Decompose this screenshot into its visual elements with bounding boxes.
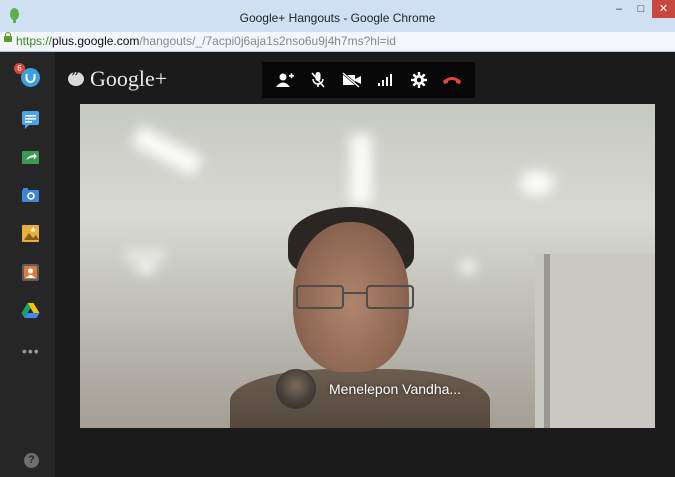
- url-host: plus.google.com: [52, 34, 140, 48]
- ceiling-light: [130, 124, 204, 178]
- cameo-app-icon[interactable]: [21, 263, 40, 282]
- google-plus-logo: Google+: [68, 66, 167, 92]
- mute-mic-icon[interactable]: [305, 67, 331, 93]
- settings-icon[interactable]: [406, 67, 432, 93]
- glasses-left-lens: [296, 285, 344, 309]
- caller-overlay: Menelepon Vandha...: [276, 369, 461, 409]
- glasses-right-lens: [366, 285, 414, 309]
- chat-app-icon[interactable]: [21, 110, 40, 129]
- ceiling-light: [460, 260, 476, 274]
- screenshare-app-icon[interactable]: [21, 148, 40, 167]
- wall-panel: [535, 254, 655, 428]
- effects-app-icon[interactable]: [21, 224, 40, 243]
- ceiling-light: [125, 249, 165, 263]
- caller-name: Menelepon Vandha...: [329, 381, 462, 397]
- close-button[interactable]: ✕: [652, 0, 675, 18]
- invite-people-icon[interactable]: [272, 67, 298, 93]
- ceiling-light: [520, 170, 554, 196]
- address-bar[interactable]: https://plus.google.com/hangouts/_/7acpi…: [0, 32, 675, 52]
- help-icon[interactable]: ?: [24, 453, 39, 468]
- ceiling-light: [136, 262, 156, 274]
- lock-icon: [4, 32, 12, 42]
- window-titlebar: Google+ Hangouts - Google Chrome – □ ✕: [0, 0, 675, 32]
- ceiling-light: [350, 134, 372, 204]
- window-controls: – □ ✕: [608, 0, 675, 20]
- window-title: Google+ Hangouts - Google Chrome: [239, 11, 436, 25]
- minimize-button[interactable]: –: [608, 0, 630, 18]
- bandwidth-icon[interactable]: [372, 67, 398, 93]
- hangouts-logo-icon: [68, 68, 84, 87]
- url-path: /hangouts/_/7acpi0j6aja1s2nso6u9j4h7ms?h…: [139, 34, 396, 48]
- call-toolbar: [262, 62, 475, 98]
- maximize-button[interactable]: □: [630, 0, 652, 18]
- caller-avatar[interactable]: [276, 369, 316, 409]
- more-apps-icon[interactable]: •••: [22, 343, 40, 359]
- apps-sidebar: 6 ••• ?: [0, 52, 55, 477]
- url-text[interactable]: https://plus.google.com/hangouts/_/7acpi…: [16, 34, 396, 48]
- logo-text: Google+: [90, 66, 168, 91]
- notification-badge: 6: [14, 63, 25, 74]
- capture-app-icon[interactable]: [21, 186, 40, 205]
- glasses-bridge: [342, 292, 366, 294]
- turn-off-camera-icon[interactable]: [339, 67, 365, 93]
- end-call-icon[interactable]: [439, 67, 465, 93]
- drive-app-icon[interactable]: [21, 301, 40, 320]
- wall-edge: [544, 254, 550, 428]
- url-scheme: https://: [16, 34, 53, 48]
